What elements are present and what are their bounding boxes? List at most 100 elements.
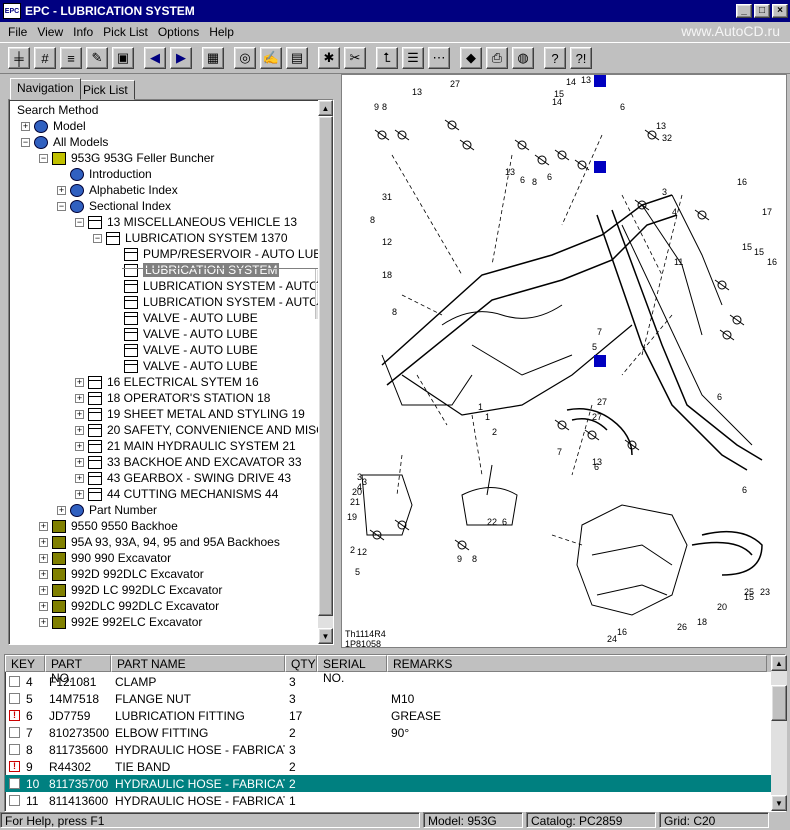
callout-label[interactable]: 22 <box>487 517 497 527</box>
scroll-down-icon[interactable]: ▼ <box>318 628 333 644</box>
table-row[interactable]: 8 811735600 HYDRAULIC HOSE - FABRICATE 3 <box>5 741 771 758</box>
tree-node[interactable]: Introduction <box>57 166 152 182</box>
tree-node[interactable]: − Sectional Index <box>57 198 171 214</box>
callout-label[interactable]: 6 <box>547 172 552 182</box>
callout-label[interactable]: 2 <box>350 545 355 555</box>
table-row[interactable]: 5 14M7518 FLANGE NUT 3 M10 <box>5 690 771 707</box>
callout-label[interactable]: 13 <box>505 167 515 177</box>
callout-label[interactable]: 15 <box>744 592 754 602</box>
callout-label[interactable]: 12 <box>382 237 392 247</box>
globe-icon[interactable]: ◍ <box>512 47 534 69</box>
collapse-icon[interactable]: − <box>75 217 84 227</box>
column-header[interactable]: KEY <box>5 655 45 672</box>
expand-icon[interactable]: + <box>57 185 66 195</box>
scroll-up-icon[interactable]: ▲ <box>318 100 333 116</box>
list-dash-icon[interactable]: ⋯ <box>428 47 450 69</box>
column-header[interactable]: QTY <box>285 655 317 672</box>
expand-icon[interactable]: + <box>75 393 84 403</box>
tree-node[interactable]: VALVE - AUTO LUBE <box>111 342 258 358</box>
menu-view[interactable]: View <box>37 25 63 39</box>
callout-label[interactable]: 31 <box>382 192 392 202</box>
callout-label[interactable]: 17 <box>762 207 772 217</box>
callout-label[interactable]: 26 <box>677 622 687 632</box>
expand-icon[interactable]: + <box>75 441 84 451</box>
select-checkbox[interactable] <box>9 676 20 687</box>
tree-node[interactable]: +95A 93, 93A, 94, 95 and 95A Backhoes <box>39 534 280 550</box>
callout-label[interactable]: 27 <box>450 79 460 89</box>
callout-label[interactable]: 16 <box>767 257 777 267</box>
tree-node[interactable]: +21 MAIN HYDRAULIC SYSTEM 21 <box>75 438 296 454</box>
tree-scrollbar[interactable]: ▲ ▼ <box>318 100 333 644</box>
tab-navigation[interactable]: Navigation <box>10 78 81 100</box>
warning-icon[interactable]: ! <box>9 761 20 772</box>
tree-node[interactable]: VALVE - AUTO LUBE <box>111 358 258 374</box>
table-row[interactable]: 11 811413600 HYDRAULIC HOSE - FABRICATE 1 <box>5 792 771 809</box>
callout-label[interactable]: 11 <box>674 257 683 267</box>
callout-label[interactable]: 1 <box>478 402 483 412</box>
expand-icon[interactable]: + <box>75 457 84 467</box>
select-checkbox[interactable] <box>9 744 20 755</box>
parts-scrollbar[interactable]: ▲ ▼ <box>771 655 787 811</box>
callout-label[interactable]: 4 <box>672 207 677 217</box>
table-row[interactable]: 10 811735700 HYDRAULIC HOSE - FABRICATE 2 <box>5 775 771 792</box>
tools-icon[interactable]: ✂ <box>344 47 366 69</box>
tree-node[interactable]: +16 ELECTRICAL SYTEM 16 <box>75 374 259 390</box>
select-checkbox[interactable] <box>9 693 20 704</box>
tab-pick-list[interactable]: Pick List <box>76 80 135 100</box>
minimize-button[interactable]: _ <box>736 4 752 18</box>
table-row[interactable]: ! 9 R44302 TIE BAND 2 <box>5 758 771 775</box>
callout-label[interactable]: 27 <box>597 397 607 407</box>
select-checkbox[interactable] <box>9 727 20 738</box>
print-icon[interactable]: ⎙ <box>486 47 508 69</box>
callout-label[interactable]: 15 <box>742 242 752 252</box>
parts-drawing[interactable]: 27 13 14 15 13 14 8 6 6 9 8 13 6 13 32 31 8 12 3 4 11 15 16 17 1… <box>341 74 787 648</box>
callout-label[interactable]: 32 <box>662 133 672 143</box>
menu-info[interactable]: Info <box>73 25 93 39</box>
add-part-icon[interactable]: ╪ <box>8 47 30 69</box>
context-help-icon[interactable]: ?! <box>570 47 592 69</box>
callout-label[interactable]: 5 <box>592 342 597 352</box>
tree-node[interactable]: +33 BACKHOE AND EXCAVATOR 33 <box>75 454 302 470</box>
expand-icon[interactable]: + <box>75 489 84 499</box>
callout-label[interactable]: 27 <box>592 412 602 422</box>
menu-file[interactable]: File <box>8 25 27 39</box>
scroll-up-icon[interactable]: ▲ <box>771 655 787 671</box>
tree-node[interactable]: LUBRICATION SYSTEM - AUTO <box>111 294 319 310</box>
tree-node[interactable]: +44 CUTTING MECHANISMS 44 <box>75 486 278 502</box>
callout-label[interactable]: 19 <box>347 512 357 522</box>
table-row[interactable]: 4 F121081 CLAMP 3 <box>5 673 771 690</box>
callout-label[interactable]: 13 <box>412 87 422 97</box>
help-icon[interactable]: ? <box>544 47 566 69</box>
callout-label[interactable]: 14 <box>566 77 576 87</box>
expand-icon[interactable]: + <box>39 585 48 595</box>
table-row[interactable]: 7 810273500 ELBOW FITTING 2 90° <box>5 724 771 741</box>
list-icon[interactable]: ≡ <box>60 47 82 69</box>
tree-node[interactable]: +990 990 Excavator <box>39 550 171 566</box>
tree-node[interactable]: − All Models <box>21 134 108 150</box>
expand-icon[interactable]: + <box>39 521 48 531</box>
tree-node[interactable]: PUMP/RESERVOIR - AUTO LUBE <box>111 246 319 262</box>
callout-label[interactable]: 8 <box>532 177 537 187</box>
tree-node[interactable]: LUBRICATION SYSTEM - AUTO <box>111 278 319 294</box>
stamp-icon[interactable]: ◎ <box>234 47 256 69</box>
callout-label[interactable]: 24 <box>607 634 617 644</box>
expand-icon[interactable]: + <box>75 409 84 419</box>
scroll-thumb[interactable] <box>771 685 787 721</box>
tree-node[interactable]: − 13 MISCELLANEOUS VEHICLE 13 <box>75 214 297 230</box>
tree-node[interactable]: +9550 9550 Backhoe <box>39 518 178 534</box>
warning-icon[interactable]: ! <box>9 710 20 721</box>
select-checkbox[interactable] <box>9 778 20 789</box>
callout-label[interactable]: 2 <box>492 427 497 437</box>
tree-node[interactable]: +20 SAFETY, CONVENIENCE AND MISCE <box>75 422 319 438</box>
menu-help[interactable]: Help <box>209 25 234 39</box>
callout-label[interactable]: 18 <box>697 617 707 627</box>
eraser-icon[interactable]: ◆ <box>460 47 482 69</box>
back-arrow-icon[interactable]: ◀ <box>144 47 166 69</box>
collapse-icon[interactable]: − <box>39 153 48 163</box>
callout-label[interactable]: 13 <box>592 457 602 467</box>
tree-node[interactable]: +43 GEARBOX - SWING DRIVE 43 <box>75 470 291 486</box>
tree-node[interactable]: + Part Number <box>57 502 157 518</box>
callout-label[interactable]: 23 <box>760 587 770 597</box>
list-lines-icon[interactable]: ☰ <box>402 47 424 69</box>
menu-pick-list[interactable]: Pick List <box>103 25 148 39</box>
